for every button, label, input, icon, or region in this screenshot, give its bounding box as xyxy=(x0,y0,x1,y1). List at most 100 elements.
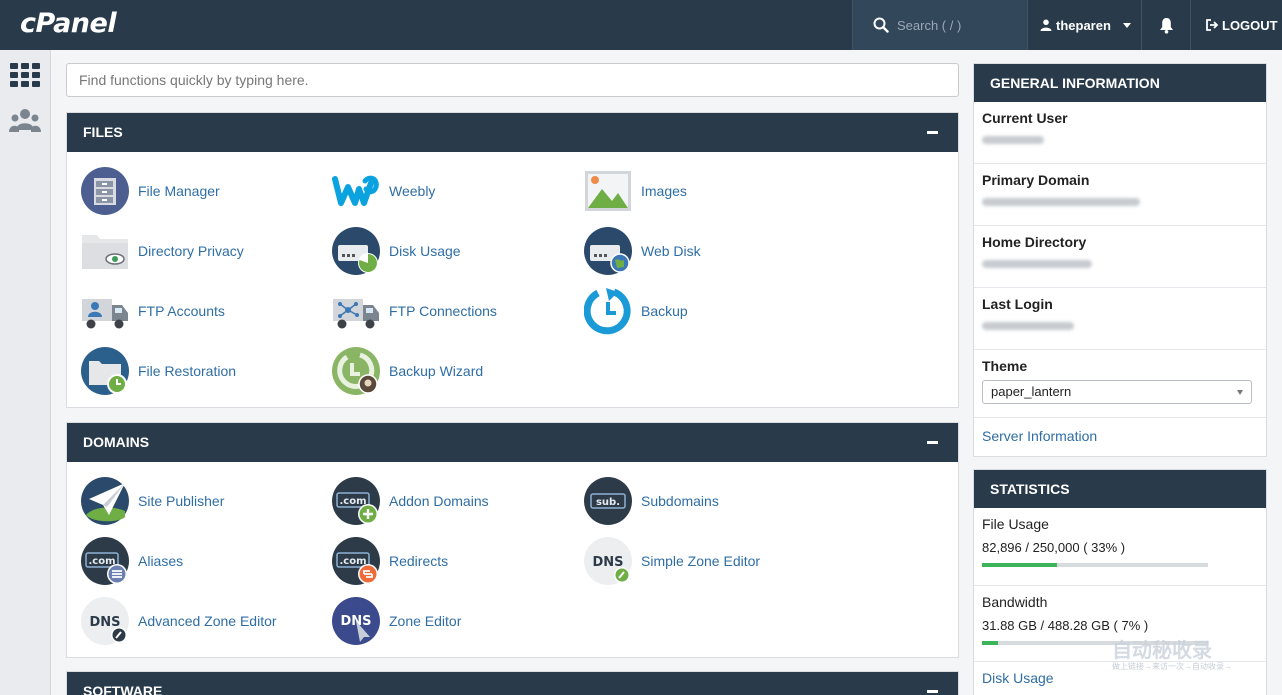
aliases-link[interactable]: .com Aliases xyxy=(81,536,183,586)
disk-usage-link[interactable]: Disk Usage xyxy=(332,226,461,276)
current-user-row: Current User xyxy=(974,102,1266,164)
file-manager-label: File Manager xyxy=(138,183,220,199)
backup-label: Backup xyxy=(641,303,688,319)
home-directory-row: Home Directory xyxy=(974,226,1266,288)
last-login-row: Last Login xyxy=(974,288,1266,350)
theme-select-value: paper_lantern xyxy=(991,384,1072,399)
weebly-label: Weebly xyxy=(389,183,436,199)
images-link[interactable]: Images xyxy=(584,166,687,216)
current-user-value-redacted xyxy=(982,136,1044,144)
theme-select[interactable]: paper_lantern xyxy=(982,380,1252,404)
directory-privacy-label: Directory Privacy xyxy=(138,243,244,259)
site-publisher-link[interactable]: Site Publisher xyxy=(81,476,224,526)
backup-link[interactable]: Backup xyxy=(584,286,688,336)
server-information-link[interactable]: Server Information xyxy=(982,428,1097,444)
weebly-icon xyxy=(332,175,379,206)
subdomains-icon: sub. xyxy=(584,477,632,525)
disk-usage-stat-link[interactable]: Disk Usage xyxy=(982,670,1054,686)
logout-button[interactable]: LOGOUT xyxy=(1190,0,1282,50)
redirects-link[interactable]: .com Redirects xyxy=(332,536,448,586)
files-panel-header[interactable]: FILES xyxy=(67,113,958,152)
backup-wizard-link[interactable]: Backup Wizard xyxy=(332,346,483,396)
last-login-label: Last Login xyxy=(982,296,1053,312)
web-disk-label: Web Disk xyxy=(641,243,701,259)
advanced-zone-editor-icon: DNS xyxy=(81,597,129,645)
file-restoration-label: File Restoration xyxy=(138,363,237,379)
theme-row: Theme paper_lantern xyxy=(974,350,1266,418)
chevron-down-icon xyxy=(1237,390,1243,395)
header-search-input[interactable] xyxy=(897,14,1017,36)
disk-usage-icon xyxy=(332,227,380,275)
file-usage-label: File Usage xyxy=(982,516,1049,532)
advanced-zone-editor-link[interactable]: DNS Advanced Zone Editor xyxy=(81,596,277,646)
top-bar: cPanel theparen LOGOUT xyxy=(0,0,1282,50)
primary-domain-row: Primary Domain xyxy=(974,164,1266,226)
svg-text:sub.: sub. xyxy=(596,497,620,508)
file-restoration-link[interactable]: File Restoration xyxy=(81,346,236,396)
ftp-connections-label: FTP Connections xyxy=(389,303,497,319)
bandwidth-link[interactable]: Bandwidth xyxy=(982,594,1258,610)
site-publisher-icon xyxy=(81,477,129,525)
server-information-row: Server Information xyxy=(974,418,1266,446)
ftp-accounts-icon xyxy=(82,299,128,329)
collapse-icon[interactable] xyxy=(927,131,938,134)
bandwidth-bar-fill xyxy=(982,641,998,645)
current-user-label: Current User xyxy=(982,110,1068,126)
collapse-icon[interactable] xyxy=(927,441,938,444)
home-directory-label: Home Directory xyxy=(982,234,1087,250)
web-disk-icon xyxy=(584,227,632,275)
notifications-button[interactable] xyxy=(1141,0,1190,50)
grid-icon[interactable] xyxy=(9,60,41,92)
users-icon[interactable] xyxy=(9,106,41,138)
file-usage-bar-fill xyxy=(982,563,1057,567)
images-icon xyxy=(585,171,631,211)
collapse-icon[interactable] xyxy=(927,690,938,693)
file-usage-value: 82,896 / 250,000 ( 33% ) xyxy=(982,540,1126,555)
search-icon xyxy=(873,17,889,33)
general-information-title: GENERAL INFORMATION xyxy=(974,64,1266,102)
file-usage-stat: File Usage 82,896 / 250,000 ( 33% ) xyxy=(974,508,1266,586)
aliases-icon: .com xyxy=(81,537,129,585)
backup-icon xyxy=(584,288,631,335)
domains-panel-header[interactable]: DOMAINS xyxy=(67,423,958,462)
subdomains-link[interactable]: sub. Subdomains xyxy=(584,476,719,526)
zone-editor-link[interactable]: DNS Zone Editor xyxy=(332,596,461,646)
simple-zone-editor-icon: DNS xyxy=(584,537,632,585)
ftp-accounts-link[interactable]: FTP Accounts xyxy=(81,286,225,336)
watermark-subtext: 做上链接→来访一次→自动收录→ xyxy=(1112,662,1232,671)
bell-icon xyxy=(1159,17,1173,34)
domains-panel-title: DOMAINS xyxy=(83,434,150,450)
directory-privacy-link[interactable]: Directory Privacy xyxy=(81,226,244,276)
zone-editor-label: Zone Editor xyxy=(389,613,462,629)
redirects-icon: .com xyxy=(332,537,380,585)
software-panel: SOFTWARE xyxy=(66,671,959,695)
file-manager-icon xyxy=(81,167,129,215)
weebly-link[interactable]: Weebly xyxy=(332,166,435,216)
header-search xyxy=(852,0,1027,50)
web-disk-link[interactable]: Web Disk xyxy=(584,226,701,276)
advanced-zone-editor-label: Advanced Zone Editor xyxy=(138,613,277,629)
primary-domain-value-redacted xyxy=(982,198,1140,206)
general-information-panel: GENERAL INFORMATION Current User Primary… xyxy=(973,63,1267,457)
quick-find-input[interactable] xyxy=(66,63,959,97)
files-panel-title: FILES xyxy=(83,124,123,140)
chevron-down-icon xyxy=(1122,22,1131,28)
addon-domains-icon: .com xyxy=(332,477,380,525)
ftp-connections-link[interactable]: FTP Connections xyxy=(332,286,497,336)
addon-domains-link[interactable]: .com Addon Domains xyxy=(332,476,489,526)
backup-wizard-icon xyxy=(332,347,380,395)
backup-wizard-label: Backup Wizard xyxy=(389,363,484,379)
user-menu[interactable]: theparen xyxy=(1027,0,1141,50)
redirects-label: Redirects xyxy=(389,553,449,569)
simple-zone-editor-link[interactable]: DNS Simple Zone Editor xyxy=(584,536,760,586)
home-directory-value-redacted xyxy=(982,260,1092,268)
ftp-connections-icon xyxy=(333,299,379,329)
file-usage-bar xyxy=(982,563,1208,567)
svg-text:.com: .com xyxy=(88,556,115,567)
logout-label: LOGOUT xyxy=(1222,17,1278,33)
directory-privacy-icon xyxy=(82,235,128,269)
cpanel-logo[interactable]: cPanel xyxy=(20,8,117,39)
bandwidth-value: 31.88 GB / 488.28 GB ( 7% ) xyxy=(982,618,1149,633)
software-panel-header[interactable]: SOFTWARE xyxy=(67,672,958,695)
file-manager-link[interactable]: File Manager xyxy=(81,166,220,216)
